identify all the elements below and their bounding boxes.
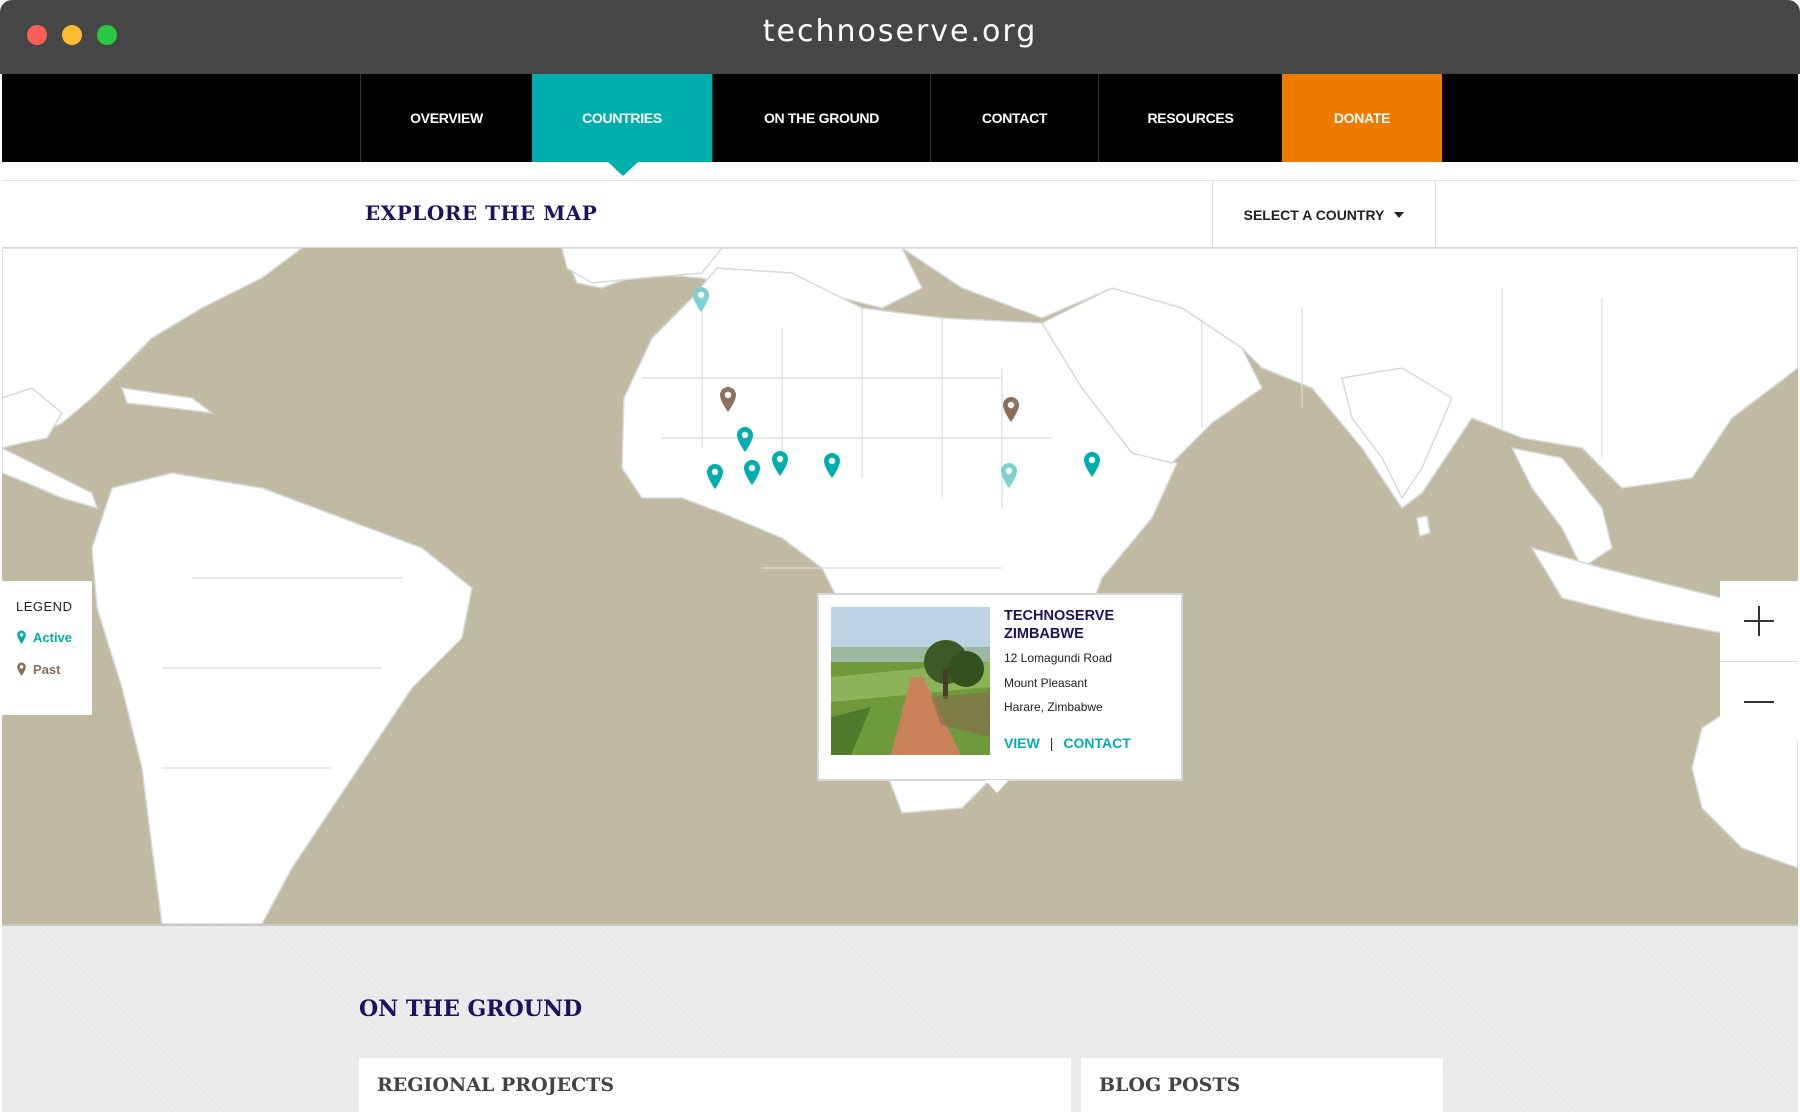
minus-icon bbox=[1744, 700, 1774, 703]
nav-donate[interactable]: DONATE bbox=[1282, 74, 1442, 162]
map-pin-active[interactable] bbox=[691, 286, 711, 314]
main-nav: OVERVIEW COUNTRIES ON THE GROUND CONTACT… bbox=[2, 74, 1798, 162]
location-popup: TECHNOSERVE ZIMBABWE 12 Lomagundi Road M… bbox=[817, 593, 1183, 793]
map-pin-past[interactable] bbox=[718, 386, 738, 414]
link-separator: | bbox=[1049, 735, 1054, 751]
nav-on-the-ground[interactable]: ON THE GROUND bbox=[712, 74, 930, 162]
map-pin-active[interactable] bbox=[770, 450, 790, 478]
window-title: technoserve.org bbox=[762, 14, 1038, 49]
map-pin-active[interactable] bbox=[1082, 451, 1102, 479]
world-map[interactable]: LEGEND Active Past TECHNOSERVE ZIMBABWE … bbox=[2, 248, 1798, 924]
location-photo bbox=[831, 607, 990, 755]
explore-title: EXPLORE THE MAP bbox=[365, 201, 598, 225]
sri-lanka-land bbox=[1416, 515, 1431, 537]
south-america-land bbox=[91, 472, 473, 924]
view-link[interactable]: VIEW bbox=[1004, 735, 1040, 751]
pin-past-icon bbox=[17, 662, 26, 676]
nav-overview[interactable]: OVERVIEW bbox=[360, 74, 532, 162]
blog-posts-card[interactable]: BLOG POSTS bbox=[1081, 1058, 1443, 1112]
map-landmass bbox=[2, 248, 1798, 924]
map-pin-active[interactable] bbox=[742, 459, 762, 487]
address-line-3: Harare, Zimbabwe bbox=[1004, 700, 1103, 714]
page: OVERVIEW COUNTRIES ON THE GROUND CONTACT… bbox=[2, 74, 1798, 1112]
address-line-2: Mount Pleasant bbox=[1004, 676, 1088, 690]
map-pin-past[interactable] bbox=[1001, 396, 1021, 424]
legend-past: Past bbox=[16, 662, 92, 677]
plus-icon bbox=[1744, 606, 1774, 636]
central-america-land bbox=[2, 447, 99, 510]
nav-contact[interactable]: CONTACT bbox=[930, 74, 1098, 162]
caribbean-land bbox=[120, 387, 215, 415]
pin-active-icon bbox=[17, 630, 26, 644]
nav-countries[interactable]: COUNTRIES bbox=[532, 74, 712, 162]
regional-projects-title: REGIONAL PROJECTS bbox=[377, 1074, 615, 1096]
country-select-dropdown[interactable]: SELECT A COUNTRY bbox=[1212, 181, 1436, 248]
chevron-down-icon bbox=[1394, 211, 1405, 218]
popup-title: TECHNOSERVE ZIMBABWE bbox=[1004, 607, 1174, 643]
popup-title-line1: TECHNOSERVE bbox=[1004, 608, 1115, 624]
on-the-ground-title: ON THE GROUND bbox=[359, 996, 583, 1022]
zoom-controls bbox=[1720, 581, 1798, 741]
zoom-out-button[interactable] bbox=[1720, 661, 1798, 741]
map-pin-active[interactable] bbox=[822, 452, 842, 480]
map-pin-active[interactable] bbox=[735, 426, 755, 454]
dirt-road-photo bbox=[831, 607, 990, 755]
blog-posts-title: BLOG POSTS bbox=[1099, 1074, 1241, 1096]
active-nav-indicator bbox=[608, 162, 638, 176]
southeast-asia-land bbox=[1510, 446, 1613, 570]
map-pin-active[interactable] bbox=[705, 463, 725, 491]
legend-past-label: Past bbox=[33, 662, 61, 677]
legend-title: LEGEND bbox=[16, 599, 73, 614]
on-the-ground-section: ON THE GROUND REGIONAL PROJECTS BLOG POS… bbox=[2, 924, 1798, 1112]
legend-active: Active bbox=[16, 630, 92, 645]
legend-active-label: Active bbox=[33, 630, 73, 645]
popup-links: VIEW | CONTACT bbox=[1004, 735, 1131, 751]
nav-resources[interactable]: RESOURCES bbox=[1098, 74, 1282, 162]
contact-link[interactable]: CONTACT bbox=[1063, 735, 1130, 751]
explore-header: EXPLORE THE MAP SELECT A COUNTRY bbox=[2, 180, 1798, 248]
map-pin-active[interactable] bbox=[999, 462, 1019, 490]
window-titlebar: technoserve.org bbox=[0, 0, 1800, 74]
zoom-in-button[interactable] bbox=[1720, 581, 1798, 661]
regional-projects-card[interactable]: REGIONAL PROJECTS bbox=[359, 1058, 1071, 1112]
country-select-label: SELECT A COUNTRY bbox=[1243, 206, 1385, 223]
address-line-1: 12 Lomagundi Road bbox=[1004, 651, 1113, 665]
map-legend: LEGEND Active Past bbox=[2, 581, 92, 715]
popup-title-line2: ZIMBABWE bbox=[1004, 626, 1084, 642]
